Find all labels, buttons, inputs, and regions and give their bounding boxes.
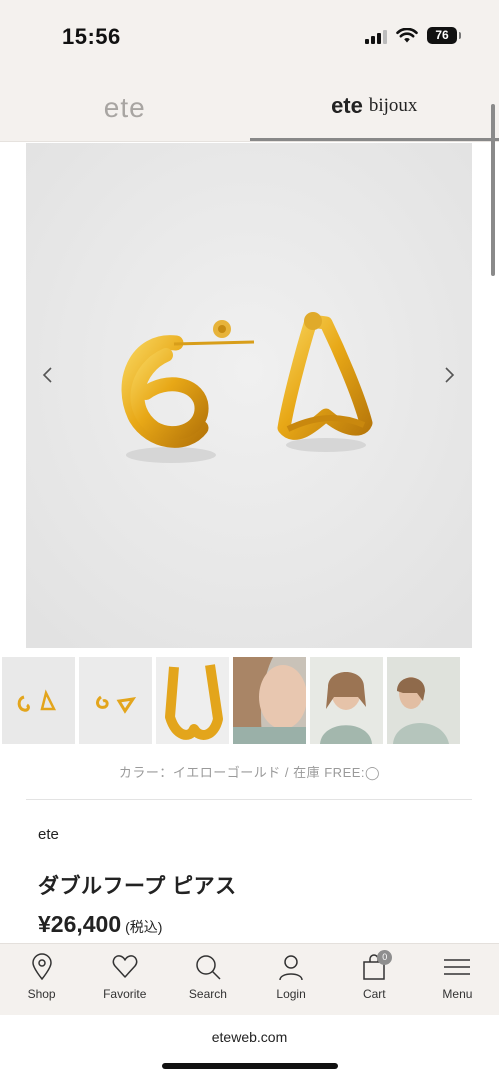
battery-level: 76 xyxy=(435,28,449,42)
product-title: ダブルフープ ピアス xyxy=(38,875,237,898)
nav-cart[interactable]: 0 Cart xyxy=(333,944,416,1015)
map-pin-icon xyxy=(31,953,52,981)
product-availability: カラー：イエローゴールド / 在庫 FREE:◯ xyxy=(118,765,381,780)
nav-cart-label: Cart xyxy=(362,987,386,1001)
scrollbar[interactable] xyxy=(491,104,495,276)
nav-favorite[interactable]: Favorite xyxy=(83,944,166,1015)
nav-search-label: Search xyxy=(188,987,227,1001)
nav-search[interactable]: Search xyxy=(166,944,249,1015)
battery-icon: 76 xyxy=(427,27,461,44)
thumbnail-6[interactable] xyxy=(387,657,460,744)
thumbnail-strip xyxy=(2,657,460,744)
url-text[interactable]: eteweb.com xyxy=(0,1029,499,1045)
product-price: ¥26,400 xyxy=(38,911,122,937)
thumbnail-1[interactable] xyxy=(2,657,75,744)
product-brand[interactable]: ete xyxy=(38,826,59,843)
chevron-left-icon xyxy=(42,367,52,383)
cart-badge: 0 xyxy=(377,950,393,965)
nav-login-label: Login xyxy=(276,987,306,1001)
person-icon xyxy=(279,955,303,981)
nav-login[interactable]: Login xyxy=(250,944,333,1015)
cellular-signal-icon xyxy=(365,28,387,44)
thumbnail-4[interactable] xyxy=(233,657,306,744)
status-time: 15:56 xyxy=(62,24,121,49)
home-indicator[interactable] xyxy=(162,1063,338,1069)
hamburger-menu-icon xyxy=(444,959,471,975)
status-icons: 76 xyxy=(365,27,461,44)
thumbnail-2[interactable] xyxy=(79,657,152,744)
tax-note: (税込) xyxy=(125,919,163,935)
thumbnail-5[interactable] xyxy=(310,657,383,744)
cart-icon-wrap: 0 xyxy=(360,950,393,981)
gallery-next-button[interactable] xyxy=(437,360,461,390)
search-icon xyxy=(196,955,221,980)
thumbnail-3[interactable] xyxy=(156,657,229,744)
nav-menu[interactable]: Menu xyxy=(416,944,499,1015)
chevron-right-icon xyxy=(445,367,455,383)
brand-tabs: ete ete bijoux xyxy=(0,74,499,142)
gallery-prev-button[interactable] xyxy=(36,360,60,390)
tab-bijoux-label-main: ete xyxy=(331,93,363,118)
tab-ete[interactable]: ete xyxy=(0,74,250,141)
tab-bijoux-label-sub: bijoux xyxy=(368,95,418,116)
bottom-navigation: Shop Favorite Search Login 0 Cart Menu xyxy=(0,943,499,1015)
product-main-image[interactable] xyxy=(26,143,472,648)
status-bar: 15:56 76 xyxy=(0,0,499,74)
divider xyxy=(26,799,472,800)
heart-icon xyxy=(112,955,138,978)
nav-shop-label: Shop xyxy=(27,987,56,1001)
nav-favorite-label: Favorite xyxy=(103,987,147,1001)
tab-ete-label: ete xyxy=(103,91,146,123)
tab-ete-bijoux[interactable]: ete bijoux xyxy=(249,74,499,141)
nav-menu-label: Menu xyxy=(442,987,473,1001)
nav-shop[interactable]: Shop xyxy=(0,944,83,1015)
price-row: ¥26,400 (税込) xyxy=(38,911,162,938)
browser-url-bar[interactable]: eteweb.com xyxy=(0,1015,499,1080)
earrings-photo xyxy=(26,143,472,648)
wifi-icon xyxy=(396,27,418,42)
